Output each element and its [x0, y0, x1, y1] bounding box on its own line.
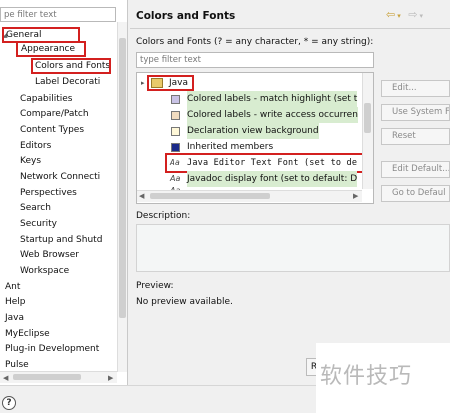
- list-horizontal-scroll-thumb[interactable]: [150, 193, 270, 199]
- title-divider: [130, 28, 450, 29]
- back-dropdown-icon[interactable]: ▾: [397, 12, 403, 20]
- tree-item-keys[interactable]: Keys: [20, 155, 41, 167]
- colors-fonts-list[interactable]: ▸ Java Colored labels - match highlight …: [136, 72, 374, 204]
- tree-vertical-scroll-thumb[interactable]: [119, 38, 126, 318]
- tree-item-web-browser[interactable]: Web Browser: [20, 249, 79, 261]
- list-item-label: Java Editor Text Font (set to de: [187, 158, 358, 168]
- tree-item-colors-and-fonts[interactable]: Colors and Fonts: [31, 58, 111, 74]
- tree-item-label-decorations[interactable]: Label Decorati: [35, 76, 115, 88]
- scroll-left-arrow-icon[interactable]: ◀: [3, 374, 8, 382]
- preview-label: Preview:: [136, 281, 174, 291]
- tree-item-appearance[interactable]: Appearance: [16, 41, 86, 57]
- list-item[interactable]: Colored labels - match highlight (set t: [137, 91, 363, 107]
- use-system-font-button[interactable]: Use System Fo: [381, 104, 450, 121]
- reset-button[interactable]: Reset: [381, 128, 450, 145]
- tree-item-plugin-development[interactable]: Plug-in Development: [5, 343, 99, 355]
- tree-item-startup-shutdown[interactable]: Startup and Shutd: [20, 234, 116, 246]
- java-group-row[interactable]: ▸ Java: [137, 75, 337, 91]
- page-title: Colors and Fonts: [136, 10, 236, 22]
- filter-label: Colors and Fonts (? = any character, * =…: [136, 37, 374, 47]
- colors-filter-input[interactable]: type filter text: [136, 52, 374, 68]
- list-item-label: Colored labels - match highlight (set t: [187, 91, 358, 107]
- list-vertical-scroll-thumb[interactable]: [364, 103, 371, 133]
- tree-filter-input[interactable]: pe filter text: [0, 7, 116, 22]
- tree-item-pulse[interactable]: Pulse: [5, 359, 29, 371]
- tree-item-content-types[interactable]: Content Types: [20, 124, 84, 136]
- tree-item-security[interactable]: Security: [20, 218, 57, 230]
- forward-dropdown-icon[interactable]: ▾: [419, 12, 425, 20]
- tree-item-perspectives[interactable]: Perspectives: [20, 187, 77, 199]
- java-editor-text-font-item[interactable]: Aa Java Editor Text Font (set to de: [165, 153, 369, 173]
- list-item-label: Declaration view background: [187, 123, 319, 139]
- color-swatch-icon: [171, 127, 180, 136]
- tree-item-ant[interactable]: Ant: [5, 281, 20, 293]
- color-swatch-icon: [171, 143, 180, 152]
- list-item[interactable]: Inherited members: [137, 139, 363, 155]
- tree-item-editors[interactable]: Editors: [20, 140, 51, 152]
- scroll-left-arrow-icon[interactable]: ◀: [139, 192, 144, 200]
- history-nav-icons[interactable]: ⇦▾ ⇨▾: [386, 8, 425, 21]
- go-to-default-button[interactable]: Go to Defaul: [381, 185, 450, 202]
- tree-item-workspace[interactable]: Workspace: [20, 265, 69, 277]
- back-arrow-icon[interactable]: ⇦: [386, 8, 397, 21]
- color-swatch-icon: [171, 111, 180, 120]
- tree-item-general[interactable]: General: [2, 27, 80, 43]
- tree-item-network-connections[interactable]: Network Connecti: [20, 171, 116, 183]
- tree-item-help[interactable]: Help: [5, 296, 26, 308]
- tree-item-java[interactable]: Java: [5, 312, 24, 324]
- scroll-right-arrow-icon[interactable]: ▶: [353, 192, 358, 200]
- color-swatch-icon: [171, 95, 180, 104]
- watermark: 软件技巧: [320, 364, 413, 389]
- scroll-right-arrow-icon[interactable]: ▶: [108, 374, 113, 382]
- description-box: [136, 224, 450, 272]
- list-item-label: Colored labels - write access occurren: [187, 107, 358, 123]
- list-item-label: Inherited members: [187, 142, 274, 152]
- tree-item-myeclipse[interactable]: MyEclipse: [5, 328, 50, 340]
- tree-item-capabilities[interactable]: Capabilities: [20, 93, 73, 105]
- tree-item-search[interactable]: Search: [20, 202, 51, 214]
- forward-arrow-icon[interactable]: ⇨: [408, 8, 419, 21]
- java-group-label[interactable]: Java: [146, 75, 195, 91]
- help-icon[interactable]: ?: [2, 396, 16, 410]
- list-item[interactable]: Colored labels - write access occurren: [137, 107, 363, 123]
- expand-icon[interactable]: ▸: [141, 75, 145, 91]
- description-label: Description:: [136, 211, 191, 221]
- edit-default-button[interactable]: Edit Default...: [381, 161, 450, 178]
- font-icon: Aa: [170, 158, 181, 167]
- list-item[interactable]: Declaration view background: [137, 123, 363, 139]
- edit-button[interactable]: Edit...: [381, 80, 450, 97]
- tree-item-compare-patch[interactable]: Compare/Patch: [20, 108, 89, 120]
- tree-horizontal-scroll-thumb[interactable]: [13, 374, 81, 380]
- preview-text: No preview available.: [136, 297, 233, 307]
